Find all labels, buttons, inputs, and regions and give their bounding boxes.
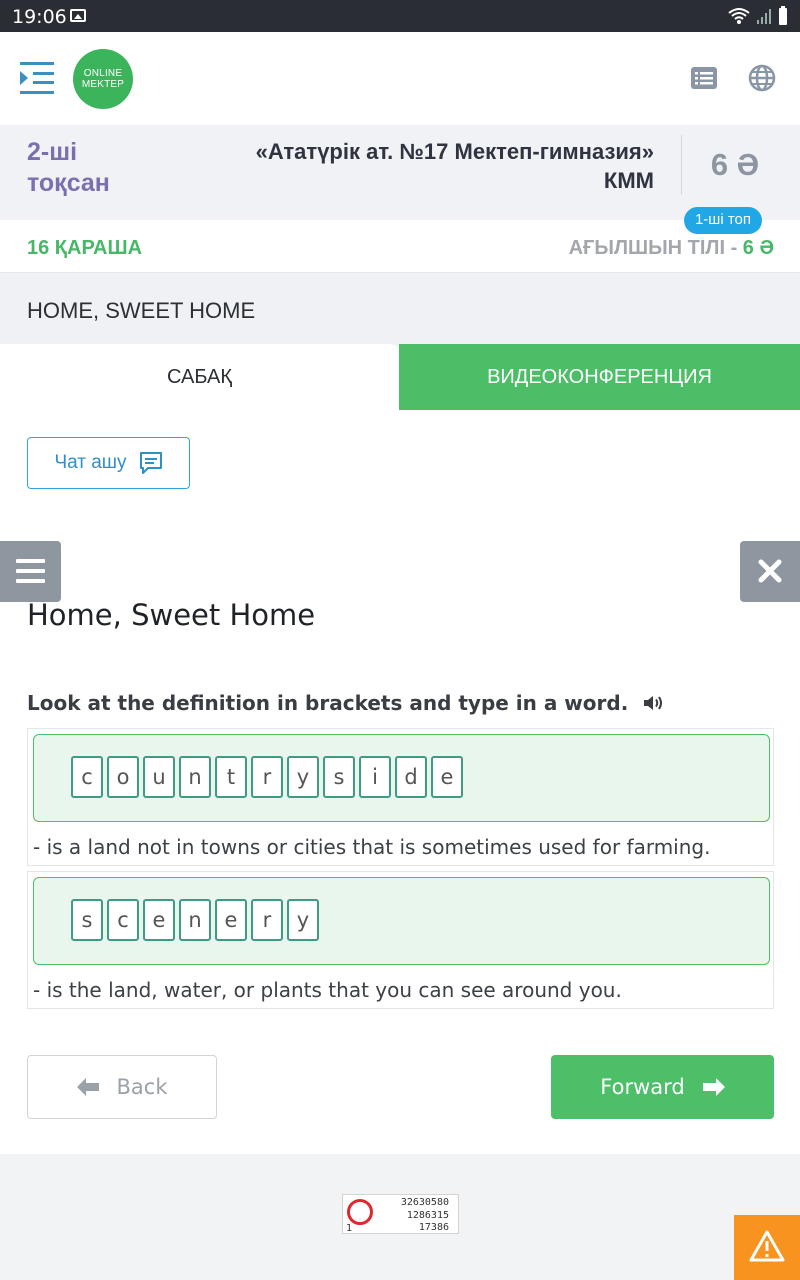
school-name: «Ататүрік ат. №17 Мектеп-гимназия» КММ — [184, 137, 654, 195]
letter-cell[interactable]: s — [71, 899, 103, 941]
online-mektep-logo[interactable]: ONLINE MEKTEP — [73, 49, 133, 109]
word-item: c o u n t r y s i d e - is a land not in… — [27, 728, 774, 866]
subject-name: АҒЫЛШЫН ТІЛІ - — [568, 237, 743, 259]
signal-icon — [757, 9, 771, 24]
list-icon[interactable] — [690, 64, 718, 92]
warning-icon — [749, 1230, 785, 1262]
lesson-content: Чат ашу Home, Sweet Home Look at the def… — [0, 410, 800, 1154]
visitor-counter: 1 32630580 1286315 17386 — [342, 1194, 459, 1234]
quarter-label: 2-ші тоқсан — [27, 137, 167, 199]
definition-text: - is a land not in towns or cities that … — [33, 835, 711, 859]
lesson-tabs: САБАҚ ВИДЕОКОНФЕРЕНЦИЯ — [0, 344, 800, 410]
arrow-left-icon — [76, 1078, 99, 1096]
quarter-line-2: тоқсан — [27, 169, 110, 197]
open-chat-button[interactable]: Чат ашу — [27, 437, 190, 489]
school-info-bar: 2-ші тоқсан «Ататүрік ат. №17 Мектеп-гим… — [0, 125, 800, 220]
instruction-text: Look at the definition in brackets and t… — [27, 691, 629, 715]
battery-icon — [779, 6, 787, 25]
logo-line-2: MEKTEP — [81, 79, 125, 90]
letter-cell[interactable]: e — [431, 756, 463, 798]
status-bar: 19:06 — [0, 0, 800, 32]
system-icons — [728, 6, 788, 26]
task-title: Home, Sweet Home — [27, 598, 316, 632]
counter-corner: 1 — [346, 1223, 353, 1234]
letter-cell[interactable]: d — [395, 756, 427, 798]
report-problem-button[interactable] — [734, 1215, 800, 1280]
wifi-icon — [728, 8, 750, 24]
counter-line-1: 32630580 — [400, 1197, 449, 1208]
back-label: Back — [116, 1075, 168, 1099]
letter-cell[interactable]: y — [287, 756, 319, 798]
task-menu-button[interactable] — [0, 541, 61, 602]
close-panel-button[interactable] — [740, 541, 800, 602]
chat-icon — [139, 452, 162, 474]
class-grade: 6 Ә — [710, 147, 760, 182]
tab-videoconference[interactable]: ВИДЕОКОНФЕРЕНЦИЯ — [399, 344, 800, 410]
lesson-title: HOME, SWEET HOME — [27, 298, 256, 323]
letter-cell[interactable]: o — [107, 756, 139, 798]
task-instruction: Look at the definition in brackets and t… — [27, 691, 664, 715]
lesson-date: 16 ҚАРАША — [27, 237, 143, 259]
school-name-line-1: «Ататүрік ат. №17 Мектеп-гимназия» — [255, 139, 654, 164]
globe-icon[interactable] — [748, 64, 776, 92]
letter-cell[interactable]: c — [71, 756, 103, 798]
back-button[interactable]: Back — [27, 1055, 217, 1119]
quarter-line-1: 2-ші — [27, 138, 78, 166]
answer-input[interactable]: s c e n e r y — [33, 877, 770, 965]
letter-cell[interactable]: r — [251, 756, 283, 798]
speaker-icon[interactable] — [642, 693, 664, 713]
letter-cell[interactable]: n — [179, 756, 211, 798]
counter-line-3: 17386 — [418, 1222, 449, 1233]
hamburger-icon — [16, 559, 45, 583]
arrow-right-icon — [702, 1078, 725, 1096]
top-navigation: ONLINE MEKTEP — [0, 32, 800, 125]
letter-cell[interactable]: r — [251, 899, 283, 941]
lesson-title-bar: HOME, SWEET HOME — [0, 274, 800, 344]
menu-indent-icon[interactable] — [20, 60, 54, 96]
letter-cell[interactable]: c — [107, 899, 139, 941]
subject-grade: 6 Ә — [742, 237, 774, 259]
forward-label: Forward — [600, 1075, 685, 1099]
letter-cell[interactable]: i — [359, 756, 391, 798]
subject-label: АҒЫЛШЫН ТІЛІ - 6 Ә — [569, 237, 774, 260]
school-name-line-2: КММ — [603, 168, 654, 193]
forward-button[interactable]: Forward — [551, 1055, 774, 1119]
letter-cell[interactable]: n — [179, 899, 211, 941]
answer-input[interactable]: c o u n t r y s i d e — [33, 734, 770, 822]
tab-lesson[interactable]: САБАҚ — [0, 344, 399, 410]
letter-cell[interactable]: e — [215, 899, 247, 941]
date-subject-bar: 16 ҚАРАША АҒЫЛШЫН ТІЛІ - 6 Ә — [0, 220, 800, 273]
counter-logo — [347, 1199, 373, 1225]
letter-cell[interactable]: e — [143, 899, 175, 941]
word-item: s c e n e r y - is the land, water, or p… — [27, 871, 774, 1009]
letter-cell[interactable]: s — [323, 756, 355, 798]
counter-numbers: 32630580 1286315 17386 — [401, 1197, 449, 1235]
logo-line-1: ONLINE — [83, 68, 123, 79]
letter-cell[interactable]: y — [287, 899, 319, 941]
image-notification-icon — [70, 9, 86, 22]
divider — [681, 135, 682, 195]
letter-cell[interactable]: t — [215, 756, 247, 798]
close-icon — [758, 559, 782, 583]
status-time: 19:06 — [12, 6, 67, 28]
counter-line-2: 1286315 — [406, 1209, 449, 1221]
group-badge[interactable]: 1-ші топ — [684, 207, 762, 234]
open-chat-label: Чат ашу — [54, 452, 127, 473]
letter-cell[interactable]: u — [143, 756, 175, 798]
definition-text: - is the land, water, or plants that you… — [33, 978, 622, 1002]
